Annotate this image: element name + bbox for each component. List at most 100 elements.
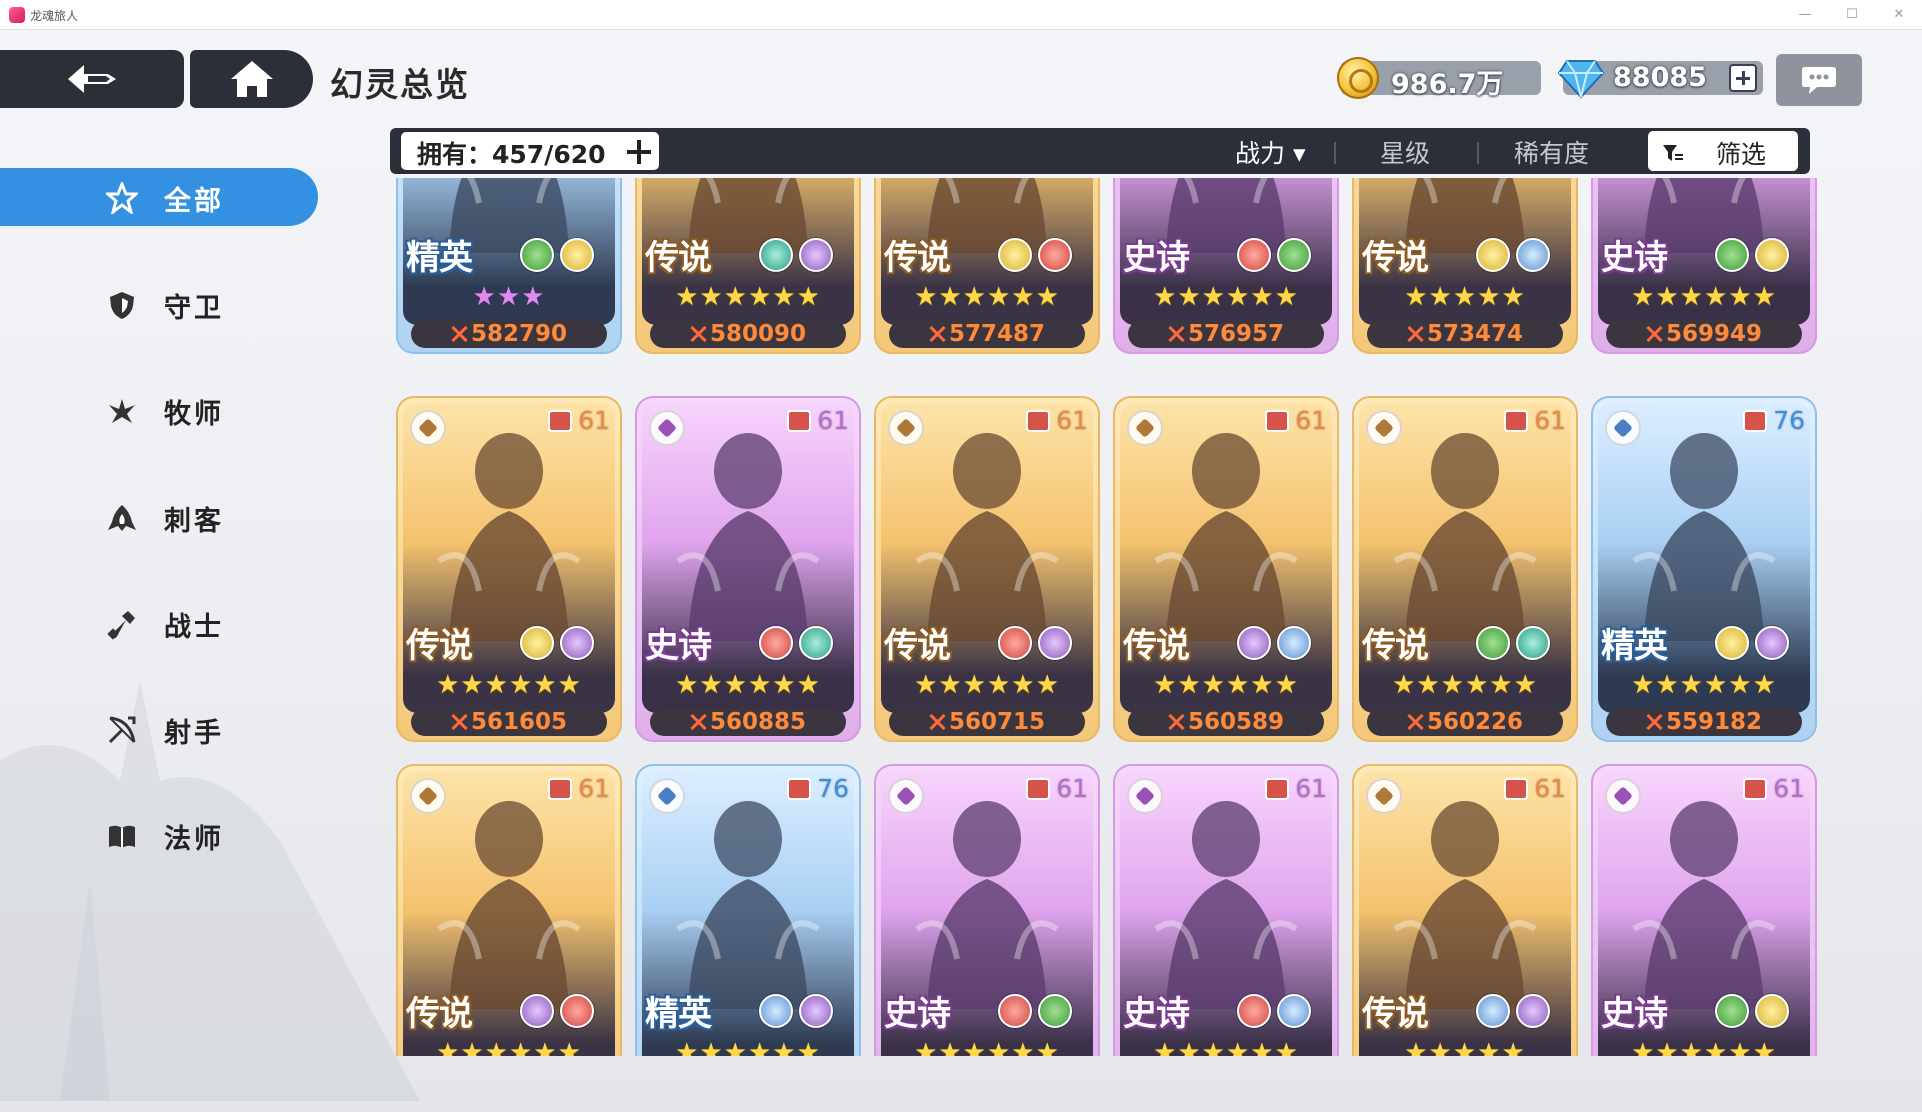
screen-button[interactable]: 筛选 xyxy=(1648,131,1798,171)
screen-label: 筛选 xyxy=(1716,140,1767,169)
level-badge-icon xyxy=(548,410,572,432)
power-value: 560589 xyxy=(1187,709,1285,735)
class-badge-icon xyxy=(1366,410,1402,446)
power-bar: 582790 xyxy=(411,320,607,348)
light-element-icon xyxy=(1715,626,1749,660)
light-element-icon xyxy=(1476,238,1510,272)
rarity-label: 传说 xyxy=(1362,238,1429,278)
power-value: 580090 xyxy=(709,321,807,347)
hero-card[interactable]: 61 史诗 ★★★★★★ 560885 xyxy=(635,396,861,742)
rarity-label: 精英 xyxy=(406,238,473,278)
hero-card[interactable]: 61 史诗 ★★★★★★ xyxy=(1113,764,1339,1056)
class-badge-icon xyxy=(410,410,446,446)
expand-plus-icon[interactable] xyxy=(627,140,651,164)
power-value: 560715 xyxy=(948,709,1046,735)
rarity-label: 传说 xyxy=(1123,626,1190,666)
sort-rarity[interactable]: 稀有度 xyxy=(1514,134,1589,170)
hero-card[interactable]: 传说 ★★★★★★ 577487 xyxy=(874,178,1100,354)
back-button[interactable] xyxy=(0,50,184,108)
power-bar: 559182 xyxy=(1606,708,1802,736)
priest-icon xyxy=(109,399,135,423)
window-title: 龙魂旅人 xyxy=(30,9,79,23)
hero-card[interactable]: 61 传说 ★★★★★ xyxy=(1352,764,1578,1056)
star-rating: ★★★★★★ xyxy=(914,282,1060,312)
maximize-button[interactable]: ☐ xyxy=(1837,5,1867,25)
level-badge-icon xyxy=(1743,778,1767,800)
power-value: 582790 xyxy=(470,321,568,347)
hero-card[interactable]: 史诗 ★★★★★★ 569949 xyxy=(1591,178,1817,354)
filter-funnel-icon xyxy=(1663,145,1683,161)
star-rating: ★★★★★★ xyxy=(914,1038,1060,1056)
rarity-label: 精英 xyxy=(645,994,712,1034)
add-gems-button[interactable] xyxy=(1729,64,1757,92)
fire-element-icon xyxy=(759,626,793,660)
hero-card[interactable]: 61 史诗 ★★★★★★ xyxy=(874,764,1100,1056)
sort-star[interactable]: 星级 xyxy=(1380,134,1430,170)
hero-card[interactable]: 61 史诗 ★★★★★★ xyxy=(1591,764,1817,1056)
hero-card[interactable]: 精英 ★★★ 582790 xyxy=(396,178,622,354)
hero-card[interactable]: 史诗 ★★★★★★ 576957 xyxy=(1113,178,1339,354)
hero-card[interactable]: 传说 ★★★★★★ 580090 xyxy=(635,178,861,354)
hero-figure xyxy=(1632,801,1776,1009)
gold-coin-icon xyxy=(1337,57,1379,99)
owned-count-box[interactable]: 拥有：457/620 xyxy=(401,132,659,170)
water-element-icon xyxy=(1516,626,1550,660)
hero-level: 61 xyxy=(1295,406,1327,435)
hero-card[interactable]: 61 传说 ★★★★★★ 560589 xyxy=(1113,396,1339,742)
home-button[interactable] xyxy=(190,50,313,108)
hero-card[interactable]: 76 精英 ★★★★★★ xyxy=(635,764,861,1056)
hero-card[interactable]: 61 传说 ★★★★★★ 560226 xyxy=(1352,396,1578,742)
close-button[interactable]: ✕ xyxy=(1884,5,1914,25)
hero-card[interactable]: 传说 ★★★★★ 573474 xyxy=(1352,178,1578,354)
hero-figure xyxy=(1632,433,1776,641)
fire-element-icon xyxy=(1038,238,1072,272)
background-illustration xyxy=(0,681,420,1101)
level-badge-icon xyxy=(1265,778,1289,800)
sidebar-item-archer[interactable]: 射手 xyxy=(0,700,318,758)
hero-figure xyxy=(676,801,820,1009)
hero-card[interactable]: 61 传说 ★★★★★★ 560715 xyxy=(874,396,1100,742)
sidebar-item-guard[interactable]: 守卫 xyxy=(0,275,318,333)
rarity-label: 传说 xyxy=(884,238,951,278)
dark-element-icon xyxy=(560,626,594,660)
sidebar-item-all[interactable]: 全部 xyxy=(0,168,318,226)
sidebar-label: 射手 xyxy=(164,718,224,749)
ice-element-icon xyxy=(1277,626,1311,660)
class-badge-icon xyxy=(1127,778,1163,814)
crossed-swords-icon xyxy=(1646,714,1662,730)
divider xyxy=(1477,142,1479,164)
gold-resource: 986.7万 xyxy=(1337,57,1541,100)
class-badge-icon xyxy=(1127,410,1163,446)
gem-resource: 88085 xyxy=(1557,60,1763,99)
hero-level: 61 xyxy=(1056,406,1088,435)
hero-card[interactable]: 76 精英 ★★★★★★ 559182 xyxy=(1591,396,1817,742)
power-bar: 560715 xyxy=(889,708,1085,736)
sidebar-item-assassin[interactable]: 刺客 xyxy=(0,488,318,546)
power-value: 569949 xyxy=(1665,321,1763,347)
sort-power[interactable]: 战力 ▾ xyxy=(1235,134,1306,170)
star-rating: ★★★★★★ xyxy=(1153,1038,1299,1056)
dark-element-icon xyxy=(520,994,554,1028)
hero-card[interactable]: 61 传说 ★★★★★★ xyxy=(396,764,622,1056)
sidebar-item-priest[interactable]: 牧师 xyxy=(0,381,318,439)
wind-element-icon xyxy=(520,238,554,272)
class-badge-icon xyxy=(649,778,685,814)
minimize-button[interactable]: — xyxy=(1790,5,1820,25)
sidebar-item-mage[interactable]: 法师 xyxy=(0,806,318,864)
sidebar-label: 刺客 xyxy=(164,506,224,537)
rarity-label: 史诗 xyxy=(645,626,712,666)
chat-button[interactable] xyxy=(1776,54,1862,106)
hero-card[interactable]: 61 传说 ★★★★★★ 561605 xyxy=(396,396,622,742)
all-icon xyxy=(106,182,138,214)
hero-figure xyxy=(915,801,1059,1009)
fire-element-icon xyxy=(998,994,1032,1028)
class-badge-icon xyxy=(888,410,924,446)
level-badge-icon xyxy=(787,410,811,432)
wind-element-icon xyxy=(1038,994,1072,1028)
water-element-icon xyxy=(759,238,793,272)
warrior-icon xyxy=(107,611,135,640)
star-rating: ★★★★★★ xyxy=(1631,1038,1777,1056)
hero-level: 61 xyxy=(578,774,610,803)
sidebar-item-warrior[interactable]: 战士 xyxy=(0,594,318,652)
mage-book-icon xyxy=(109,825,135,848)
